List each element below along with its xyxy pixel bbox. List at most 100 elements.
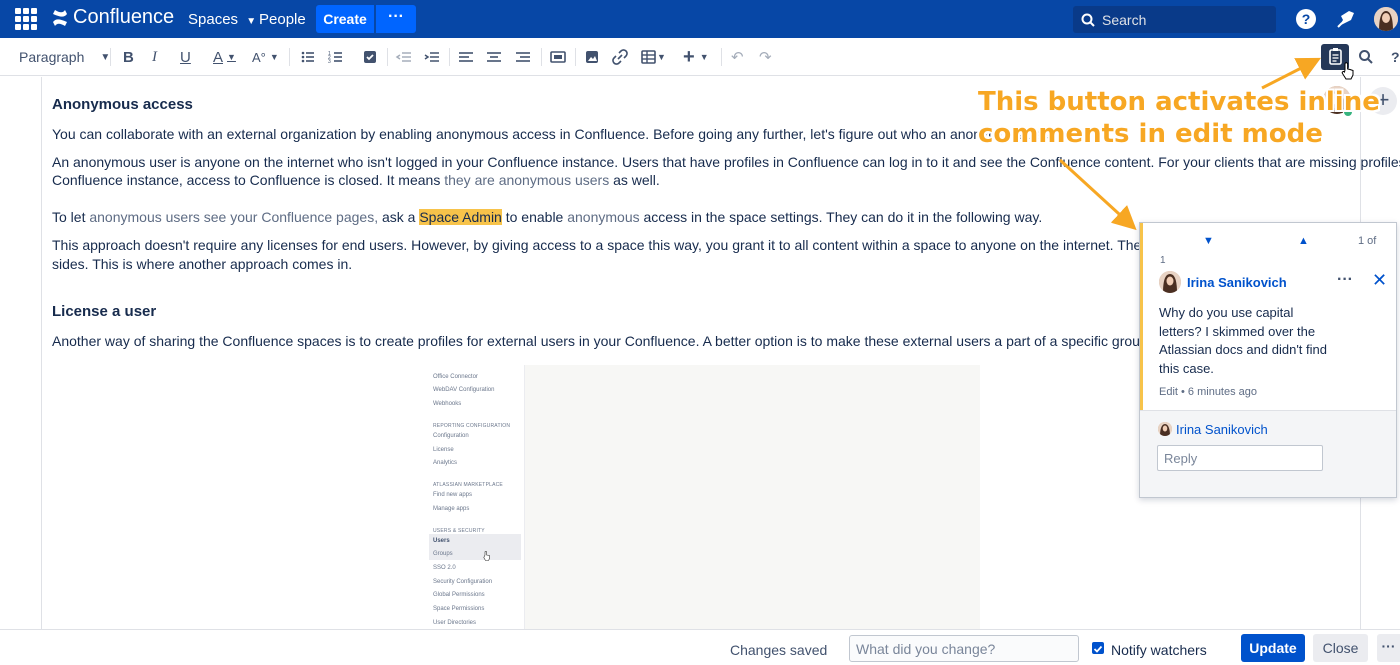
admin-sidebar-item: Configuration xyxy=(433,433,469,439)
paragraph-2-line-1: An anonymous user is anyone on the inter… xyxy=(52,154,1400,170)
create-more-button[interactable]: ··· xyxy=(376,5,416,33)
admin-sidebar: Office Connector WebDAV Configuration We… xyxy=(425,365,525,629)
previous-comment-chevron-up-icon[interactable]: ▲ xyxy=(1298,235,1309,247)
admin-sidebar-item: Global Permissions xyxy=(433,592,485,598)
commented-text-highlight[interactable]: Space Admin xyxy=(419,209,502,225)
text-run: to enable xyxy=(501,209,568,225)
toolbar-divider xyxy=(721,48,722,66)
notify-watchers-label[interactable]: Notify watchers xyxy=(1111,642,1207,658)
footer-more-button[interactable]: ··· xyxy=(1377,634,1400,662)
comment-more-actions-icon[interactable]: ··· xyxy=(1337,271,1353,289)
outdent-icon[interactable] xyxy=(395,48,413,66)
annotation-callout: This button activates inline comments in… xyxy=(978,86,1380,150)
numbered-list-icon[interactable]: 1 2 3 xyxy=(327,48,345,66)
save-status: Changes saved xyxy=(730,642,828,658)
hand-cursor-icon xyxy=(1341,62,1354,80)
admin-sidebar-item: Find new apps xyxy=(433,492,473,498)
search-box[interactable] xyxy=(1073,6,1276,33)
admin-sidebar-item: SSO 2.0 xyxy=(433,565,456,571)
search-icon xyxy=(1081,13,1095,27)
text-run: Confluence instance, access to Confluenc… xyxy=(52,172,445,188)
toolbar-divider xyxy=(387,48,388,66)
notifications-icon[interactable] xyxy=(1335,8,1357,30)
admin-sidebar-item: Webhooks xyxy=(433,401,462,407)
admin-sidebar-heading: USERS & SECURITY xyxy=(433,528,485,534)
search-input[interactable] xyxy=(1102,11,1262,28)
chevron-down-icon: ▼ xyxy=(246,16,257,27)
admin-sidebar-item: Users xyxy=(433,538,450,544)
more-formatting-icon[interactable]: A° ▼ xyxy=(252,47,279,67)
undo-icon[interactable]: ↶ xyxy=(731,47,744,67)
admin-sidebar-item: Space Permissions xyxy=(433,606,485,612)
toolbar-divider xyxy=(449,48,450,66)
reply-author-name: Irina Sanikovich xyxy=(1176,422,1268,437)
find-replace-search-icon[interactable] xyxy=(1357,48,1375,66)
paragraph-4-line-1: This approach doesn't require any licens… xyxy=(52,237,1241,253)
text-run: they are anonymous users xyxy=(444,172,610,188)
toolbar-divider xyxy=(575,48,576,66)
admin-sidebar-item: WebDAV Configuration xyxy=(433,387,495,393)
admin-sidebar-item: Analytics xyxy=(433,460,458,466)
svg-text:3: 3 xyxy=(328,59,331,65)
text-run: anonymous users see your Confluence page… xyxy=(89,209,379,225)
bullet-list-icon[interactable] xyxy=(299,48,317,66)
insert-plus-icon[interactable]: + ▼ xyxy=(683,46,709,68)
nav-people[interactable]: People xyxy=(259,11,306,28)
layout-icon[interactable] xyxy=(549,48,567,66)
heading-anonymous-access: Anonymous access xyxy=(52,96,193,113)
close-button[interactable]: Close xyxy=(1313,634,1368,662)
admin-sidebar-item: Security Configuration xyxy=(433,579,493,585)
confluence-logo[interactable]: Confluence xyxy=(52,6,174,29)
change-description-input[interactable] xyxy=(849,635,1079,662)
text-color-icon[interactable]: A ▼ xyxy=(213,47,236,67)
align-right-icon[interactable] xyxy=(514,48,532,66)
admin-sidebar-item: License xyxy=(433,447,454,453)
reply-section: Irina Sanikovich xyxy=(1140,410,1396,497)
chevron-down-icon[interactable]: ▼ xyxy=(657,47,666,67)
text-run: To let xyxy=(52,209,90,225)
admin-sidebar-item: User Directories xyxy=(433,620,477,626)
link-icon[interactable] xyxy=(611,48,629,66)
paragraph-style-dropdown[interactable]: Paragraph ▼ xyxy=(19,47,110,67)
comment-number: 1 xyxy=(1160,255,1166,266)
redo-icon[interactable]: ↷ xyxy=(759,47,772,67)
italic-icon[interactable]: I xyxy=(152,47,157,67)
editor-toolbar: Paragraph ▼ B I U A ▼ A° ▼ 1 2 3 ▼ + ▼ ↶… xyxy=(0,38,1400,76)
reply-input[interactable] xyxy=(1157,445,1323,471)
user-avatar-image xyxy=(1374,7,1398,31)
indent-icon[interactable] xyxy=(423,48,441,66)
admin-sidebar-item: Manage apps xyxy=(433,506,470,512)
admin-sidebar-heading: ATLASSIAN MARKETPLACE xyxy=(433,482,503,488)
nav-spaces-label: Spaces xyxy=(188,11,239,28)
underline-icon[interactable]: U xyxy=(180,47,191,67)
image-icon[interactable] xyxy=(583,48,601,66)
nav-spaces[interactable]: Spaces ▼ xyxy=(188,11,256,28)
comment-meta[interactable]: Edit • 6 minutes ago xyxy=(1159,386,1257,398)
paragraph-2-line-2: Confluence instance, access to Confluenc… xyxy=(52,171,660,190)
next-comment-chevron-down-icon[interactable]: ▼ xyxy=(1203,235,1214,247)
update-button[interactable]: Update xyxy=(1241,634,1305,662)
paragraph-3: To let anonymous users see your Confluen… xyxy=(52,208,1042,227)
reply-avatar-image xyxy=(1158,422,1172,436)
chevron-down-icon: ▼ xyxy=(100,51,111,63)
notify-watchers-checkbox[interactable] xyxy=(1092,642,1104,654)
checkmark-icon xyxy=(1093,645,1103,653)
align-left-icon[interactable] xyxy=(457,48,475,66)
admin-sidebar-item: Groups xyxy=(433,551,453,557)
reply-avatar xyxy=(1158,422,1172,436)
table-icon[interactable] xyxy=(640,48,658,66)
paragraph-1: You can collaborate with an external org… xyxy=(52,126,1061,142)
user-avatar[interactable] xyxy=(1374,7,1398,31)
task-checkbox-icon[interactable] xyxy=(361,48,379,66)
bold-icon[interactable]: B xyxy=(123,47,134,67)
create-button[interactable]: Create xyxy=(316,5,374,33)
app-switcher-icon[interactable] xyxy=(15,8,37,30)
editor-help-icon[interactable]: ? xyxy=(1391,47,1400,67)
comment-author-name[interactable]: Irina Sanikovich xyxy=(1187,275,1287,290)
top-navigation-bar: Confluence Spaces ▼ People Create ··· ? xyxy=(0,0,1400,38)
close-icon[interactable]: ✕ xyxy=(1372,270,1387,291)
embedded-admin-screenshot[interactable]: Office Connector WebDAV Configuration We… xyxy=(425,365,980,629)
help-icon[interactable]: ? xyxy=(1295,8,1317,30)
align-center-icon[interactable] xyxy=(485,48,503,66)
inline-comment-panel: ▼ ▲ 1 of 1 Irina Sanikovich ··· ✕ Why do… xyxy=(1139,222,1397,498)
